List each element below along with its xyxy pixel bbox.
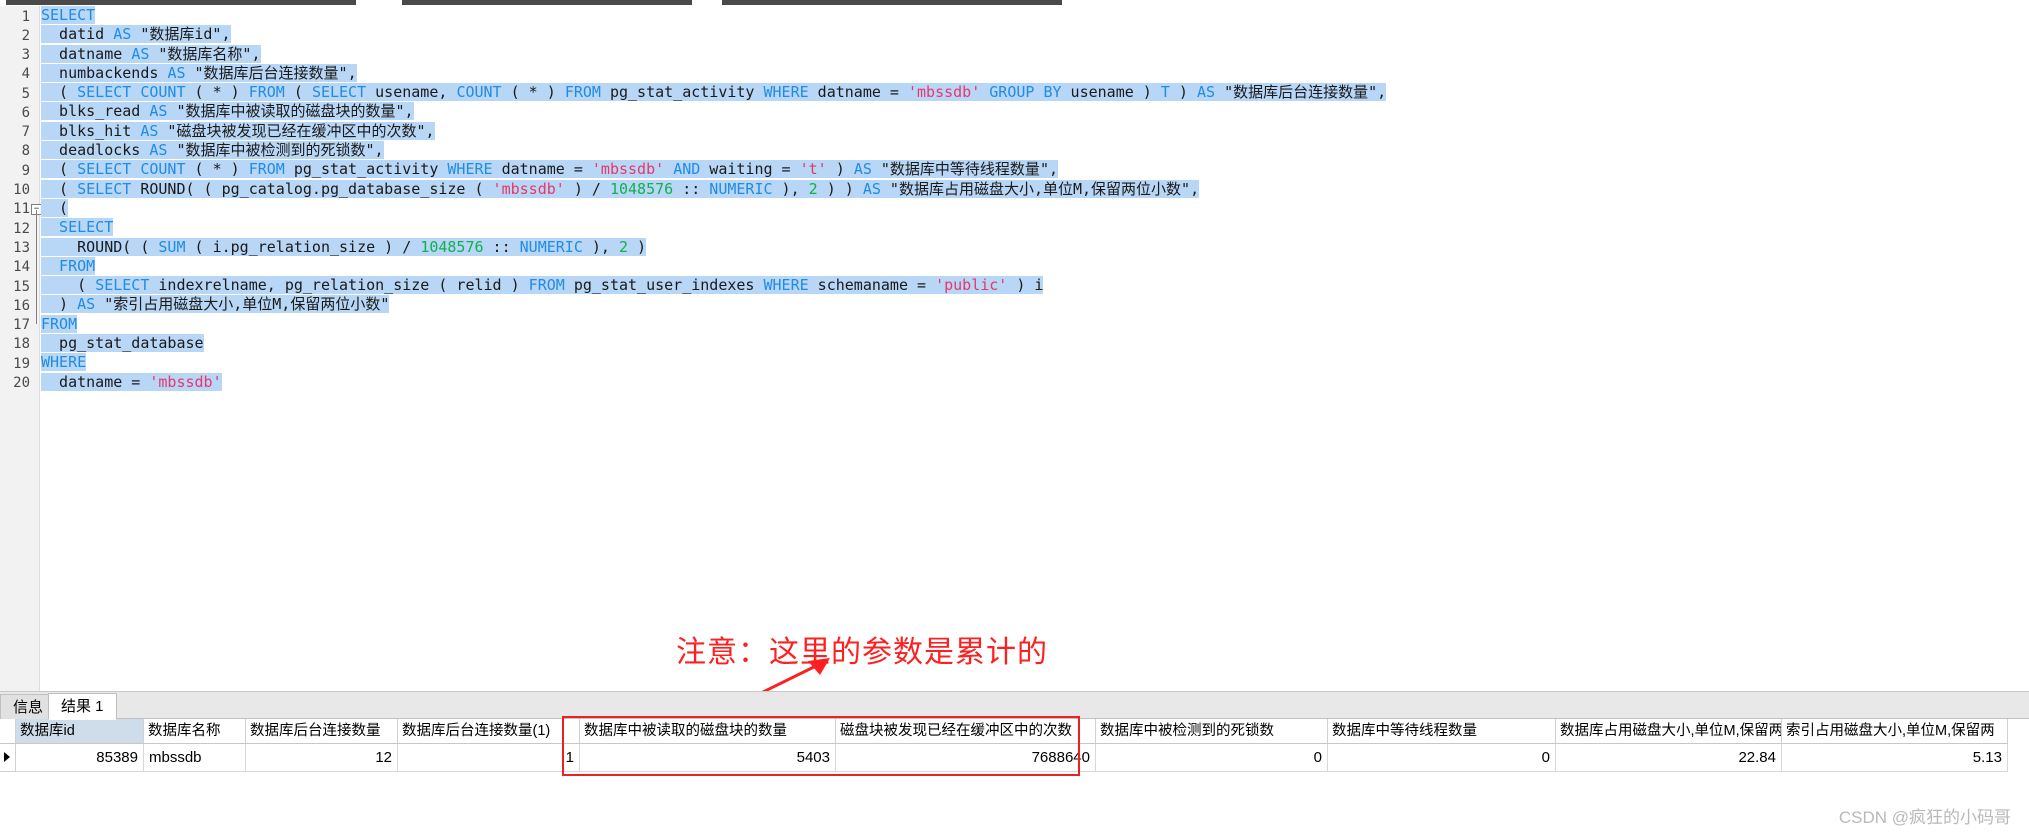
cell-numbackends[interactable]: 12 [246, 744, 398, 772]
code-line-4[interactable]: numbackends AS "数据库后台连接数量", [41, 63, 2029, 83]
tab-result-1[interactable]: 结果 1 [48, 693, 117, 720]
code-line-13[interactable]: ROUND( ( SUM ( i.pg_relation_size ) / 10… [41, 237, 2029, 257]
line-number: 20 [13, 375, 30, 391]
code-token-keyword: SELECT [41, 6, 96, 24]
sql-client-window: 1 2 3 4 5 6 7 8 9 10 11 − 12 13 14 15 16… [0, 0, 2029, 836]
line-number: 9 [21, 163, 30, 179]
cell-datname[interactable]: mbssdb [144, 744, 246, 772]
toolbar-tab-1[interactable] [6, 0, 356, 5]
cell-blks-read[interactable]: 5403 [580, 744, 836, 772]
line-number: 15 [13, 279, 30, 295]
code-line-7[interactable]: blks_hit AS "磁盘块被发现已经在缓冲区中的次数", [41, 121, 2029, 141]
line-number: 3 [21, 47, 30, 63]
cell-db-size[interactable]: 22.84 [1556, 744, 1782, 772]
code-line-19[interactable]: WHERE [41, 353, 2029, 372]
code-line-6[interactable]: blks_read AS "数据库中被读取的磁盘块的数量", [41, 102, 2029, 121]
column-header-deadlocks[interactable]: 数据库中被检测到的死锁数 [1096, 719, 1328, 744]
column-header-blks-read[interactable]: 数据库中被读取的磁盘块的数量 [580, 719, 836, 744]
column-header-db-size[interactable]: 数据库占用磁盘大小,单位M,保留两位/ [1556, 719, 1782, 744]
line-number: 16 [13, 298, 30, 314]
cell-numbackends-1[interactable]: 1 [398, 744, 580, 772]
code-line-14[interactable]: FROM [41, 256, 2029, 276]
code-line-10[interactable]: ( SELECT ROUND( ( pg_catalog.pg_database… [41, 179, 2029, 199]
line-number: 18 [13, 336, 30, 352]
toolbar-tab-2[interactable] [402, 0, 692, 5]
line-number: 7 [21, 124, 30, 140]
line-number: 10 [13, 182, 30, 198]
annotation-text: 注意：这里的参数是累计的 [676, 636, 1048, 669]
code-line-9[interactable]: ( SELECT COUNT ( * ) FROM pg_stat_activi… [41, 160, 2029, 179]
result-tabbar: 信息 结果 1 [0, 692, 2029, 720]
line-number: 17 [13, 317, 30, 333]
line-number: 11 [13, 201, 30, 217]
code-area[interactable]: SELECT datid AS "数据库id", datname AS "数据库… [41, 6, 2029, 691]
line-number: 5 [21, 86, 30, 102]
column-header-numbackends[interactable]: 数据库后台连接数量 [246, 719, 398, 744]
fold-region-guide [36, 210, 37, 302]
line-number: 6 [21, 105, 30, 121]
code-line-3[interactable]: datname AS "数据库名称", [41, 44, 2029, 64]
line-number: 2 [21, 28, 30, 44]
watermark: CSDN @疯狂的小码哥 [1838, 808, 2011, 827]
line-number: 4 [21, 66, 30, 82]
column-header-datid[interactable]: 数据库id [16, 719, 144, 744]
row-marker-header [0, 719, 16, 744]
line-number: 14 [13, 259, 30, 275]
code-line-2[interactable]: datid AS "数据库id", [41, 25, 2029, 44]
column-header-numbackends-1[interactable]: 数据库后台连接数量(1) [398, 719, 580, 744]
code-line-16[interactable]: ) AS "索引占用磁盘大小,单位M,保留两位小数" [41, 295, 2029, 314]
column-header-blks-hit[interactable]: 磁盘块被发现已经在缓冲区中的次数 [836, 719, 1096, 744]
code-line-12[interactable]: SELECT [41, 218, 2029, 237]
toolbar-tab-3[interactable] [722, 0, 1062, 5]
line-number: 13 [13, 240, 30, 256]
column-header-waiting-threads[interactable]: 数据库中等待线程数量 [1328, 719, 1556, 744]
code-line-20[interactable]: datname = 'mbssdb' [41, 372, 2029, 392]
cell-blks-hit[interactable]: 7688640 [836, 744, 1096, 772]
result-grid[interactable]: 数据库id 数据库名称 数据库后台连接数量 数据库后台连接数量(1) 数据库中被… [0, 719, 2029, 772]
column-header-datname[interactable]: 数据库名称 [144, 719, 246, 744]
line-number: 1 [21, 9, 30, 25]
line-number: 19 [13, 356, 30, 372]
current-row-arrow-icon [4, 752, 10, 762]
result-panel: 信息 结果 1 数据库id 数据库名称 数据库后台连接数量 数据库后台连接数量(… [0, 691, 2029, 836]
code-line-1[interactable]: SELECT [41, 6, 2029, 25]
sql-editor[interactable]: 1 2 3 4 5 6 7 8 9 10 11 − 12 13 14 15 16… [0, 6, 2029, 691]
code-line-15[interactable]: ( SELECT indexrelname, pg_relation_size … [41, 276, 2029, 295]
code-line-11[interactable]: ( [41, 198, 2029, 218]
line-number: 8 [21, 143, 30, 159]
column-header-index-size[interactable]: 索引占用磁盘大小,单位M,保留两 [1782, 719, 2008, 744]
grid-header-row: 数据库id 数据库名称 数据库后台连接数量 数据库后台连接数量(1) 数据库中被… [0, 719, 2029, 744]
cell-deadlocks[interactable]: 0 [1096, 744, 1328, 772]
cell-waiting[interactable]: 0 [1328, 744, 1556, 772]
code-line-17[interactable]: FROM [41, 314, 2029, 334]
code-line-5[interactable]: ( SELECT COUNT ( * ) FROM ( SELECT usena… [41, 83, 2029, 102]
table-row[interactable]: 85389 mbssdb 12 1 5403 7688640 0 0 22.84… [0, 744, 2029, 772]
row-marker-current[interactable] [0, 744, 16, 772]
cell-datid[interactable]: 85389 [16, 744, 144, 772]
code-line-18[interactable]: pg_stat_database [41, 334, 2029, 353]
line-number: 12 [13, 221, 30, 237]
code-line-8[interactable]: deadlocks AS "数据库中被检测到的死锁数", [41, 141, 2029, 160]
cell-index-size[interactable]: 5.13 [1782, 744, 2008, 772]
